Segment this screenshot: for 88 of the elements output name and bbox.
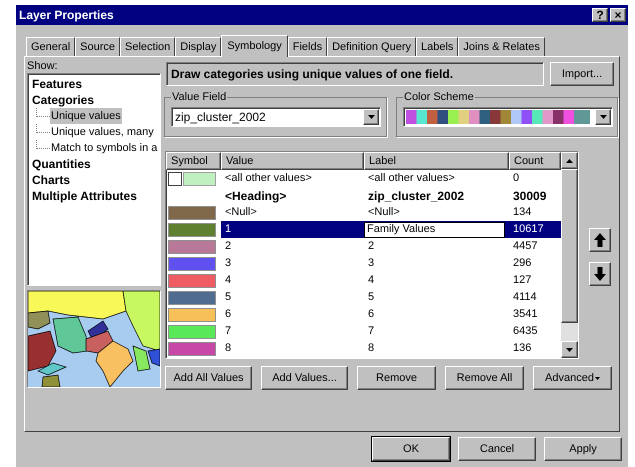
tree-item[interactable]: Features	[31, 75, 84, 93]
tab[interactable]: Symbology	[221, 35, 288, 57]
value-field-dropdown[interactable]: zip_cluster_2002	[171, 107, 381, 127]
caret-icon	[594, 376, 600, 380]
label-cell-text: 4	[368, 273, 374, 288]
value-cell[interactable]: 3	[221, 255, 364, 272]
symbol-swatch[interactable]	[168, 222, 216, 236]
column-header[interactable]: Label	[364, 152, 509, 170]
value-cell[interactable]: <Null>	[221, 204, 364, 221]
label-cell-text: <all other values>	[368, 171, 455, 186]
move-down-button[interactable]	[589, 262, 611, 286]
count-cell-text: 134	[512, 205, 532, 220]
scrollbar-thumb[interactable]	[561, 169, 578, 323]
table-button[interactable]: Remove All	[445, 366, 524, 390]
label-cell-text: 2	[368, 239, 374, 254]
tree-item[interactable]: Categories	[31, 91, 96, 109]
label-cell-text: 8	[368, 341, 374, 356]
tab[interactable]: Source	[75, 37, 120, 56]
label-cell-text: zip_cluster_2002	[368, 188, 464, 204]
column-header[interactable]: Count	[509, 152, 561, 170]
symbol-swatch[interactable]	[168, 206, 216, 220]
advanced-menu-button[interactable]: Advanced	[533, 366, 612, 390]
value-cell[interactable]: 2	[221, 238, 364, 255]
column-header[interactable]: Value	[221, 152, 364, 170]
count-cell-text: 30009	[512, 188, 548, 204]
color-ramp-icon	[406, 110, 590, 124]
label-cell-text: <Null>	[368, 205, 400, 220]
value-cell[interactable]: <Heading>	[221, 187, 364, 204]
count-cell-text: 3541	[512, 307, 538, 322]
scrollbar[interactable]	[561, 152, 578, 358]
symbol-swatch[interactable]	[168, 240, 216, 254]
tree-item[interactable]: Match to symbols in a	[50, 140, 158, 156]
value-cell[interactable]: 8	[221, 340, 364, 357]
symbol-swatch[interactable]	[168, 290, 216, 304]
count-cell-text: 4457	[512, 239, 538, 254]
label-cell-text: 7	[368, 324, 374, 340]
tab[interactable]: Joins & Relates	[458, 37, 545, 56]
label-cell-text: 6	[368, 307, 374, 322]
label-cell-text: 5	[368, 290, 374, 306]
symbol-swatch[interactable]	[168, 342, 216, 356]
value-cell[interactable]: 5	[221, 289, 364, 306]
tree-item[interactable]: Charts	[31, 171, 72, 189]
tab[interactable]: Fields	[288, 37, 328, 56]
tree-item[interactable]: Multiple Attributes	[31, 187, 138, 205]
tree-item[interactable]: Unique values	[50, 108, 122, 124]
table-button[interactable]: Add All Values	[165, 366, 252, 390]
tab[interactable]: Selection	[120, 37, 176, 56]
help-button[interactable]: ?	[592, 8, 608, 22]
symbol-swatch[interactable]	[168, 324, 216, 338]
tree-item[interactable]: Quantities	[31, 155, 92, 173]
tab[interactable]: General	[26, 37, 76, 56]
table-button[interactable]: Remove	[357, 366, 436, 390]
dialog-button[interactable]: OK	[372, 437, 450, 461]
symbol-swatch[interactable]	[183, 172, 216, 186]
tab[interactable]: Definition Query	[327, 37, 416, 56]
show-label: Show:	[27, 60, 58, 73]
arrow-down-icon	[594, 267, 606, 281]
dialog-button[interactable]: Apply	[544, 437, 622, 461]
column-header[interactable]: Symbol	[166, 152, 221, 170]
symbol-swatch[interactable]	[168, 256, 216, 270]
label-input-field[interactable]: Family Values	[364, 222, 505, 238]
arrow-up-icon	[594, 233, 606, 247]
close-button[interactable]: ×	[610, 8, 626, 22]
count-cell-text: 4114	[512, 290, 538, 306]
value-cell[interactable]: 7	[221, 323, 364, 340]
value-cell[interactable]: <all other values>	[221, 170, 364, 187]
tab[interactable]: Labels	[416, 37, 458, 56]
count-cell-text: 136	[512, 341, 532, 356]
count-cell-text: 296	[512, 256, 532, 272]
value-cell[interactable]: 4	[221, 272, 364, 289]
count-cell-text: 127	[512, 273, 532, 288]
import-button[interactable]: Import...	[550, 62, 614, 86]
count-cell-text: 0	[512, 171, 520, 186]
dialog-button[interactable]: Cancel	[458, 437, 536, 461]
symbol-swatch[interactable]	[168, 308, 216, 322]
value-cell[interactable]: 1	[221, 221, 364, 238]
tree-item[interactable]: Unique values, many	[50, 124, 155, 140]
table-button[interactable]: Add Values...	[261, 366, 348, 390]
label-cell-text: 3	[368, 256, 374, 272]
move-up-button[interactable]	[589, 228, 611, 252]
tab[interactable]: Display	[175, 37, 222, 56]
window-title: Layer Properties	[19, 7, 115, 24]
color-scheme-dropdown[interactable]	[403, 107, 613, 127]
symbol-swatch[interactable]	[168, 274, 216, 288]
count-cell-text: 6435	[512, 324, 538, 340]
count-cell: 10617	[509, 221, 561, 238]
description-text: Draw categories using unique values of one field.	[166, 62, 544, 86]
value-cell[interactable]: 6	[221, 306, 364, 323]
